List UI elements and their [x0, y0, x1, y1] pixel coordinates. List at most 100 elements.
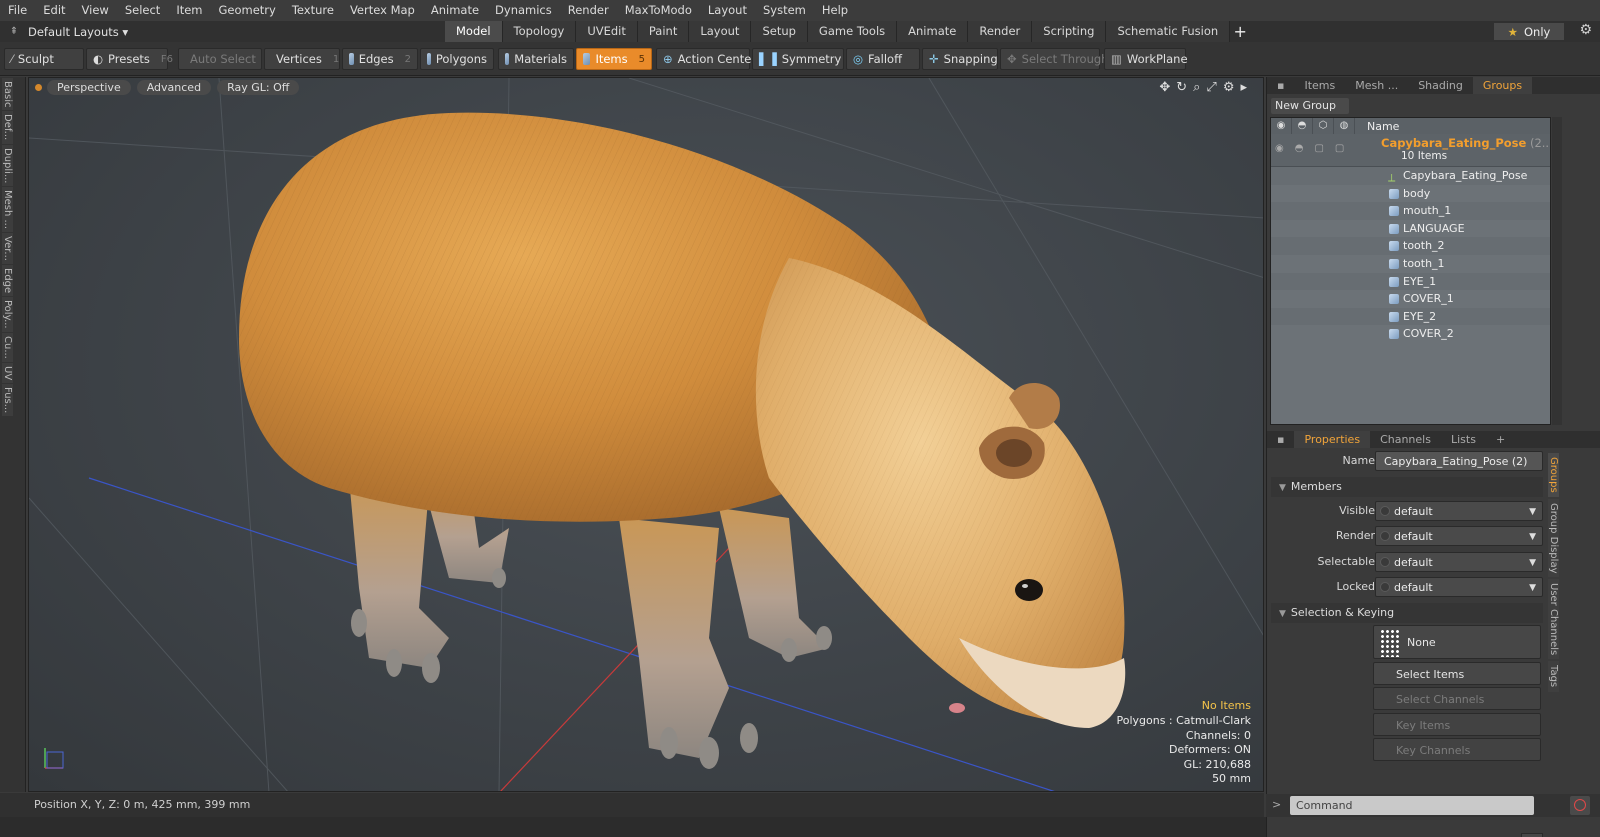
only-button[interactable]: ★ Only	[1494, 23, 1564, 40]
tab-properties[interactable]: Properties	[1294, 431, 1371, 448]
vtab-user-channels[interactable]: User Channels	[1548, 579, 1559, 660]
gear-icon[interactable]: ⚙	[1579, 22, 1592, 38]
tab-scripting[interactable]: Scripting	[1032, 21, 1107, 42]
expand-arrow-icon[interactable]: ▸	[1240, 80, 1247, 95]
tab-mesh[interactable]: Mesh ...	[1345, 77, 1408, 94]
pin-icon[interactable]: ⇞	[0, 26, 28, 37]
tab-animate[interactable]: Animate	[897, 21, 969, 42]
menu-item[interactable]: Item	[168, 0, 210, 21]
symmetry-button[interactable]: ▌▐ Symmetry	[752, 48, 844, 70]
menu-file[interactable]: File	[0, 0, 35, 21]
snapping-button[interactable]: ✛ Snapping	[922, 48, 998, 70]
view-mode-button[interactable]: Perspective	[47, 80, 131, 95]
tab-shading[interactable]: Shading	[1408, 77, 1473, 94]
eye-icon[interactable]: ◉	[1275, 143, 1284, 154]
layout-select[interactable]: Default Layouts ▾	[28, 25, 128, 39]
capybara-model[interactable]	[239, 112, 1126, 769]
presets-button[interactable]: ◐ Presets F6	[86, 48, 173, 70]
visible-dropdown[interactable]: default ▼	[1375, 500, 1543, 521]
workplane-button[interactable]: ▥ WorkPlane	[1104, 48, 1188, 70]
command-input[interactable]: Command	[1290, 796, 1534, 815]
tab-channels[interactable]: Channels	[1370, 431, 1441, 448]
left-tab-dupli[interactable]: Dupli...	[2, 144, 13, 187]
menu-maxtomodo[interactable]: MaxToModo	[617, 0, 700, 21]
vtab-group-display[interactable]: Group Display	[1548, 498, 1559, 578]
vtab-tags[interactable]: Tags	[1548, 661, 1559, 692]
3d-viewport[interactable]: Perspective Advanced Ray GL: Off ✥ ↻ ⌕ ⤢…	[28, 77, 1264, 792]
edges-button[interactable]: Edges 2	[342, 48, 418, 70]
select-column-icon[interactable]: ⬡	[1313, 118, 1334, 134]
menu-dynamics[interactable]: Dynamics	[487, 0, 560, 21]
lock-column-icon[interactable]: ◍	[1334, 118, 1355, 134]
menu-render[interactable]: Render	[560, 0, 617, 21]
group-row[interactable]: ◉ ◓ ▢ ▢ Capybara_Eating_Pose (2... 10 It…	[1271, 134, 1550, 167]
menu-view[interactable]: View	[74, 0, 117, 21]
tab-topology[interactable]: Topology	[502, 21, 577, 42]
menu-edit[interactable]: Edit	[35, 0, 73, 21]
list-item[interactable]: EYE_1	[1271, 272, 1550, 291]
zoom-icon[interactable]: ⌕	[1193, 80, 1200, 95]
polygons-button[interactable]: Polygons	[420, 48, 494, 70]
list-item[interactable]: COVER_1	[1271, 290, 1550, 308]
more-button[interactable]: >>	[1521, 833, 1543, 837]
items-button[interactable]: Items 5	[576, 48, 652, 70]
key-items-button[interactable]: Key Items	[1373, 712, 1541, 736]
raygl-button[interactable]: Ray GL: Off	[217, 80, 300, 95]
name-field[interactable]: Capybara_Eating_Pose (2)	[1375, 451, 1543, 471]
pan-icon[interactable]: ✥	[1159, 80, 1170, 95]
left-tab-uv[interactable]: UV	[2, 362, 13, 383]
selectable-dropdown[interactable]: default ▼	[1375, 551, 1543, 572]
left-tab-poly[interactable]: Poly...	[2, 297, 13, 332]
locked-dropdown[interactable]: default ▼	[1375, 577, 1543, 597]
left-tab-def[interactable]: Def...	[2, 111, 13, 144]
list-item[interactable]: ⟂ Capybara_Eating_Pose	[1271, 167, 1550, 185]
visibility-column-icon[interactable]: ◉	[1271, 118, 1292, 134]
materials-button[interactable]: Materials	[498, 48, 574, 70]
tab-game-tools[interactable]: Game Tools	[807, 21, 898, 42]
tab-layout[interactable]: Layout	[689, 21, 752, 42]
key-channels-button[interactable]: Key Channels	[1373, 738, 1541, 761]
record-macro-icon[interactable]	[1570, 796, 1590, 815]
left-tab-mesh[interactable]: Mesh ...	[2, 187, 13, 233]
menu-vertex-map[interactable]: Vertex Map	[342, 0, 423, 21]
list-item[interactable]: tooth_2	[1271, 237, 1550, 255]
name-column-header[interactable]: Name	[1355, 120, 1399, 133]
render-column-icon[interactable]: ◓	[1292, 118, 1313, 134]
add-tab-icon[interactable]: +	[1486, 431, 1515, 448]
left-tab-edge[interactable]: Edge	[2, 265, 13, 297]
list-item[interactable]: COVER_2	[1271, 325, 1550, 343]
render-icon[interactable]: ◓	[1295, 143, 1304, 154]
menu-help[interactable]: Help	[814, 0, 856, 21]
menu-texture[interactable]: Texture	[284, 0, 342, 21]
left-tab-cu[interactable]: Cu...	[2, 332, 13, 362]
list-item[interactable]: tooth_1	[1271, 255, 1550, 273]
vtab-groups[interactable]: Groups	[1548, 453, 1559, 497]
select-channels-button[interactable]: Select Channels	[1373, 687, 1541, 710]
lock-box-icon[interactable]: ▢	[1335, 143, 1344, 154]
menu-system[interactable]: System	[755, 0, 814, 21]
tab-render[interactable]: Render	[968, 21, 1033, 42]
menu-layout[interactable]: Layout	[700, 0, 755, 21]
tab-items[interactable]: Items	[1294, 77, 1345, 94]
tab-schematic-fusion[interactable]: Schematic Fusion	[1106, 21, 1231, 42]
panel-menu-icon[interactable]: ▪	[1267, 77, 1294, 94]
left-tab-basic[interactable]: Basic	[2, 78, 13, 111]
panel-menu-icon[interactable]: ▪	[1267, 431, 1294, 448]
select-through-button[interactable]: ✥ Select Through	[1000, 48, 1108, 70]
settings-icon[interactable]: ⚙	[1223, 80, 1235, 95]
render-dropdown[interactable]: default ▼	[1375, 526, 1543, 546]
scene-render[interactable]	[29, 78, 1264, 792]
select-items-button[interactable]: Select Items	[1373, 661, 1541, 685]
members-section[interactable]: ▼ Members	[1271, 476, 1543, 497]
tab-uvedit[interactable]: UVEdit	[576, 21, 638, 42]
action-center-button[interactable]: ⊕ Action Center	[656, 48, 756, 70]
tab-groups[interactable]: Groups	[1472, 77, 1533, 94]
vertices-button[interactable]: Vertices 1	[264, 48, 340, 70]
groups-list[interactable]: ◉ ◓ ⬡ ◍ Name ◉ ◓ ▢ ▢ Capybara_Eating_Pos…	[1270, 117, 1551, 425]
list-item[interactable]: LANGUAGE	[1271, 220, 1550, 238]
list-item[interactable]: body	[1271, 185, 1550, 203]
menu-animate[interactable]: Animate	[423, 0, 487, 21]
tab-paint[interactable]: Paint	[637, 21, 690, 42]
list-item[interactable]: mouth_1	[1271, 202, 1550, 220]
add-tab-icon[interactable]: +	[1230, 21, 1250, 42]
